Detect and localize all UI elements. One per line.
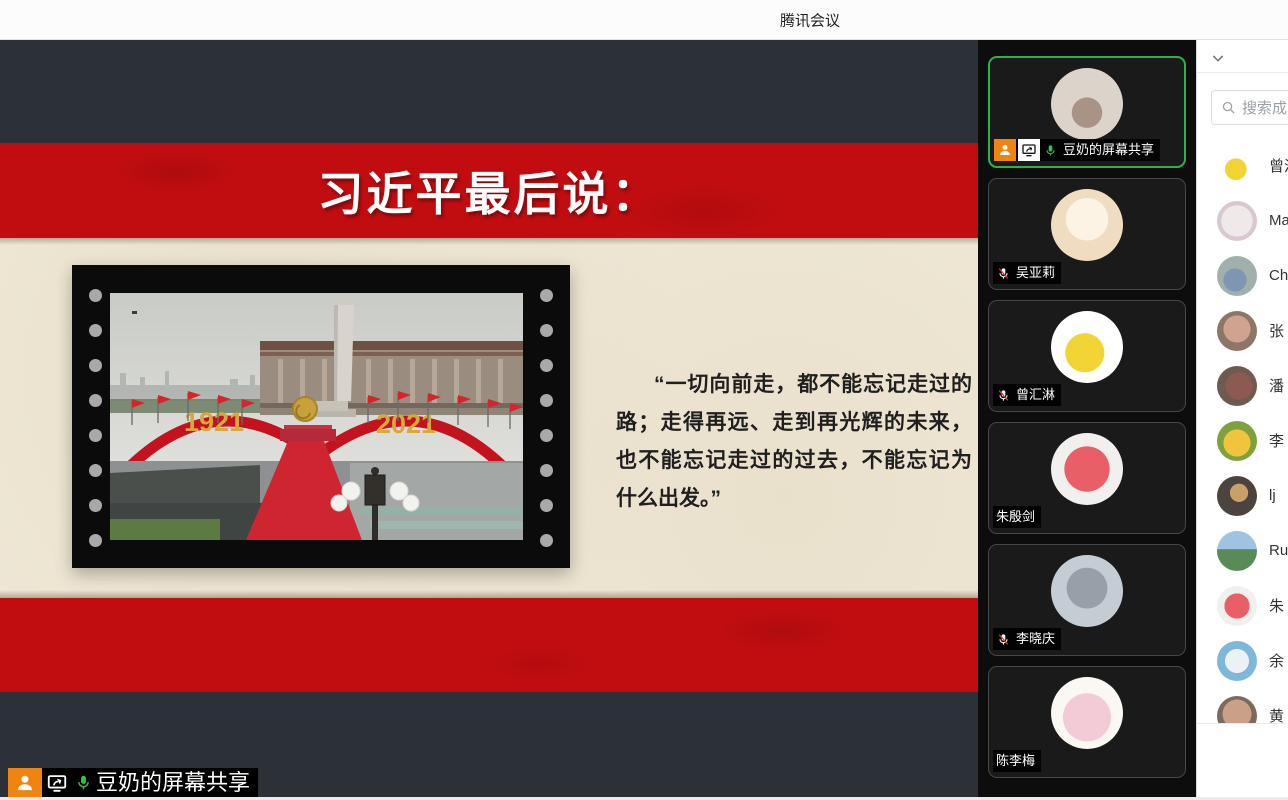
avatar [1217,476,1257,516]
tile-name-label: 朱殷剑 [993,506,1041,528]
panel-divider [1197,72,1288,73]
avatar [1217,256,1257,296]
member-row[interactable]: 潘 [1197,358,1288,413]
video-tile-sharer[interactable]: 豆奶的屏幕共享 [988,56,1186,168]
sharer-name: 豆奶的屏幕共享 [94,768,258,797]
member-name: 朱 [1269,595,1284,616]
avatar [1051,189,1123,261]
tiananmen-photo: 1921 2021 [110,293,523,540]
member-name: 潘 [1269,375,1284,396]
participant-name: 曾汇淋 [1013,384,1061,406]
slide-title-band: 习近平最后说： [0,143,978,238]
member-row[interactable]: 曾汇 [1197,138,1288,193]
avatar [1217,311,1257,351]
person-icon [8,768,42,797]
member-name: 余 [1269,650,1284,671]
app-window: 腾讯会议 习近平最后说： [0,0,1288,800]
avatar [1051,555,1123,627]
chevron-down-icon[interactable] [1210,50,1226,66]
year-1921: 1921 [184,407,244,437]
avatar [1217,201,1257,241]
film-strip-frame: 1921 2021 [72,265,570,568]
tile-name-label: 吴亚莉 [993,262,1061,284]
panel-footer [1197,723,1288,797]
tile-name-label: 曾汇淋 [993,384,1061,406]
mic-muted-icon [993,628,1013,650]
search-placeholder: 搜索成员 [1242,97,1288,118]
sharer-badge: 豆奶的屏幕共享 [8,768,258,797]
participant-name: 豆奶的屏幕共享 [1060,139,1160,161]
tile-name-label: 李晓庆 [993,628,1061,650]
avatar [1217,146,1257,186]
person-icon [994,139,1016,161]
year-2021: 2021 [376,409,436,439]
screen-share-icon [1018,139,1040,161]
avatar [1051,68,1123,140]
video-tiles-column: 豆奶的屏幕共享 吴亚莉 曾汇淋 朱殷剑 [978,40,1196,797]
member-name: Ch [1269,267,1288,284]
member-row[interactable]: Ch [1197,248,1288,303]
window-titlebar[interactable]: 腾讯会议 [0,0,1288,40]
member-row[interactable]: 李 [1197,413,1288,468]
member-name: Ru [1269,542,1288,559]
film-holes-left [89,289,102,547]
avatar [1051,433,1123,505]
participant-name: 吴亚莉 [1013,262,1061,284]
mic-muted-icon [993,384,1013,406]
member-row[interactable]: Ru [1197,523,1288,578]
member-row[interactable]: Ma [1197,193,1288,248]
participant-name: 朱殷剑 [993,506,1041,528]
tile-name-label: 陈李梅 [993,750,1041,772]
window-title: 腾讯会议 [780,9,840,30]
avatar [1051,677,1123,749]
members-panel: 搜索成员 曾汇 Ma Ch 张 潘 [1196,40,1288,797]
video-tile[interactable]: 朱殷剑 [988,422,1186,534]
video-tile[interactable]: 吴亚莉 [988,178,1186,290]
member-name: 曾汇 [1269,155,1288,176]
video-tile[interactable]: 陈李梅 [988,666,1186,778]
mic-muted-icon [993,262,1013,284]
search-icon [1221,100,1236,115]
screen-share-icon [42,768,72,797]
avatar [1217,586,1257,626]
mic-on-icon [1040,139,1060,161]
member-row[interactable]: 朱 [1197,578,1288,633]
slide-quote: “一切向前走，都不能忘记走过的路；走得再远、走到再光辉的未来，也不能忘记走过的过… [616,366,972,518]
avatar [1217,531,1257,571]
mic-on-icon [72,768,94,797]
member-row[interactable]: 余 [1197,633,1288,688]
avatar [1217,366,1257,406]
tile-name-label: 豆奶的屏幕共享 [994,139,1160,161]
participant-name: 李晓庆 [1013,628,1061,650]
slide-footer-band [0,598,978,692]
member-row[interactable]: 张 [1197,303,1288,358]
member-list: 曾汇 Ma Ch 张 潘 李 [1197,138,1288,743]
avatar [1051,311,1123,383]
video-tile[interactable]: 李晓庆 [988,544,1186,656]
member-row[interactable]: lj [1197,468,1288,523]
participant-name: 陈李梅 [993,750,1041,772]
member-name: 李 [1269,430,1284,451]
avatar [1217,641,1257,681]
film-holes-right [540,289,553,547]
member-name: 张 [1269,320,1284,341]
member-name: Ma [1269,212,1288,229]
video-tile[interactable]: 曾汇淋 [988,300,1186,412]
drone-speck [132,311,137,314]
slide-title: 习近平最后说： [318,158,661,224]
screen-share-stage: 习近平最后说： [0,40,978,797]
search-input[interactable]: 搜索成员 [1211,90,1288,125]
member-name: lj [1269,487,1276,504]
avatar [1217,421,1257,461]
